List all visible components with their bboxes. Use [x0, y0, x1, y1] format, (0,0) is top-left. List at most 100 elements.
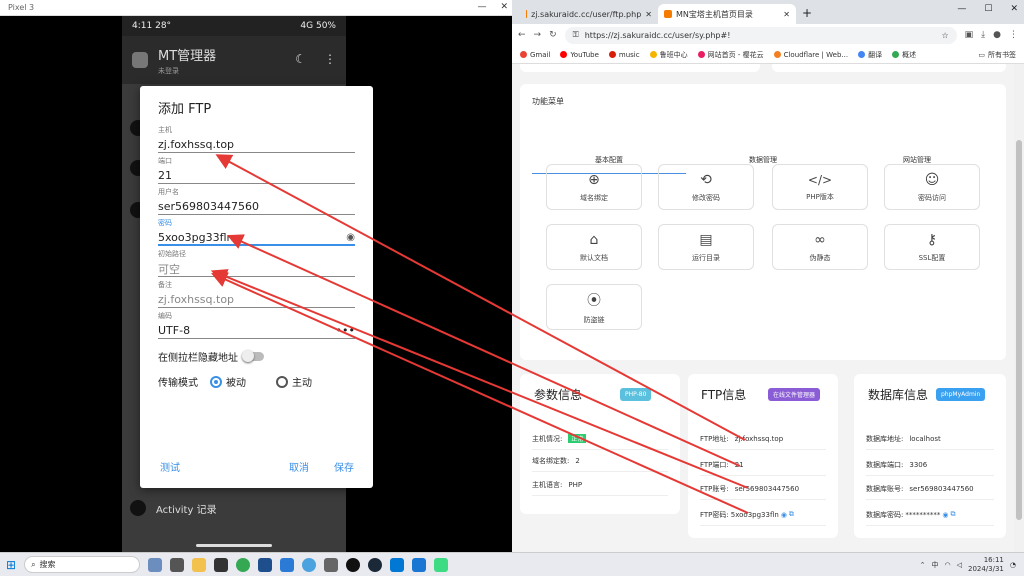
steam-icon[interactable] [368, 557, 383, 572]
close-icon[interactable]: ✕ [645, 10, 652, 19]
bookmark-luban[interactable]: 鲁班中心 [649, 50, 688, 60]
php-version-button[interactable]: </> PHP版本 [772, 164, 868, 210]
tab-ftp[interactable]: zj.sakuraidc.cc/user/ftp.php ✕ [520, 4, 658, 24]
app-icon[interactable] [324, 557, 339, 572]
field-label: 用户名 [158, 188, 179, 196]
more-horiz-icon[interactable]: ••• [336, 324, 355, 337]
host-field[interactable]: 主机 zj.foxhssq.top [158, 125, 355, 153]
change-password-button[interactable]: ⟲ 修改密码 [658, 164, 754, 210]
port-field[interactable]: 端口 21 [158, 156, 355, 184]
rewrite-button[interactable]: ∞ 伪静态 [772, 224, 868, 270]
back-icon[interactable]: ← [518, 30, 526, 40]
eye-off-icon[interactable]: ◉ [346, 232, 355, 243]
anti-leech-button[interactable]: ⦿ 防盗链 [546, 284, 642, 330]
download-icon[interactable]: ⤓ [981, 30, 985, 40]
app-icon[interactable] [412, 557, 427, 572]
all-bookmarks[interactable]: ▭ 所有书签 [978, 50, 1016, 60]
field-placeholder[interactable]: zj.foxhssq.top [158, 290, 355, 308]
field-value[interactable]: 21 [158, 166, 355, 184]
copy-icon[interactable]: ⧉ [789, 510, 794, 519]
profile-icon[interactable]: ● [993, 30, 1001, 40]
close-icon[interactable]: ✕ [1010, 4, 1018, 14]
phpmyadmin-badge[interactable]: phpMyAdmin [936, 388, 986, 401]
bg-item-activity[interactable]: Activity 记录 [122, 496, 346, 520]
start-icon[interactable]: ⊞ [6, 558, 16, 572]
passive-label[interactable]: 被动 [226, 374, 246, 389]
domain-bind-button[interactable]: ⊕ 域名绑定 [546, 164, 642, 210]
bookmark-youtube[interactable]: YouTube [560, 51, 599, 59]
extension-icon[interactable]: ▣ [965, 30, 974, 40]
field-value[interactable]: 5xoo3pg33fln [158, 231, 234, 244]
ssl-config-button[interactable]: ⚷ SSL配置 [884, 224, 980, 270]
app-icon[interactable] [258, 557, 273, 572]
moon-icon[interactable]: ☾ [295, 52, 306, 66]
tab-home[interactable]: MN宝塔主机首页目录 ✕ [658, 4, 796, 24]
notification-icon[interactable]: ◔ [1010, 561, 1016, 569]
password-field[interactable]: 密码 5xoo3pg33fln ◉ [158, 218, 355, 246]
url-text[interactable]: https://zj.sakuraidc.cc/user/sy.php#! [585, 31, 731, 40]
copy-icon[interactable]: ⧉ [950, 510, 955, 519]
field-value[interactable]: ser569803447560 [158, 197, 355, 215]
more-icon[interactable]: ⋮ [324, 52, 336, 66]
file-manager-badge[interactable]: 在线文件管理器 [768, 388, 821, 401]
username-field[interactable]: 用户名 ser569803447560 [158, 187, 355, 215]
app-icon[interactable] [302, 557, 317, 572]
close-icon[interactable]: ✕ [500, 2, 508, 12]
minimize-icon[interactable]: — [477, 2, 486, 12]
password-access-button[interactable]: ☺ 密码访问 [884, 164, 980, 210]
remark-field[interactable]: 备注 zj.foxhssq.top [158, 280, 355, 308]
address-bar[interactable]: ⚿ https://zj.sakuraidc.cc/user/sy.php#! ☆ [564, 26, 957, 44]
eye-icon[interactable]: ◉ [942, 511, 948, 519]
cancel-button[interactable]: 取消 [289, 459, 309, 474]
scrollbar-thumb[interactable] [1016, 140, 1022, 520]
translate-icon [858, 51, 866, 58]
default-doc-button[interactable]: ⌂ 默认文档 [546, 224, 642, 270]
wifi-icon[interactable]: ◠ [944, 561, 950, 569]
nav-handle[interactable] [196, 544, 272, 547]
clock[interactable]: 16:11 2024/3/31 [968, 556, 1004, 574]
folder-icon[interactable] [192, 557, 207, 572]
bookmark-translate[interactable]: 翻译 [858, 50, 882, 60]
encoding-field[interactable]: 编码 UTF-8 ••• [158, 311, 355, 339]
qq-icon[interactable] [346, 557, 361, 572]
passive-radio[interactable] [210, 375, 222, 388]
save-button[interactable]: 保存 [334, 459, 354, 474]
bookmark-music[interactable]: music [608, 51, 640, 59]
bookmark-overview[interactable]: 概述 [892, 50, 916, 60]
maximize-icon[interactable]: ☐ [984, 4, 992, 14]
scrollbar[interactable] [1014, 64, 1024, 552]
run-dir-button[interactable]: ▤ 运行目录 [658, 224, 754, 270]
eye-icon[interactable]: ◉ [781, 511, 787, 519]
bookmark-sakura[interactable]: 网站首页 - 樱花云 [697, 50, 764, 60]
close-icon[interactable]: ✕ [783, 10, 790, 19]
bookmark-label: Cloudflare | Web... [783, 50, 849, 59]
ime-indicator[interactable]: 中 [931, 560, 938, 570]
mail-icon[interactable] [390, 557, 405, 572]
bookmark-cloudflare[interactable]: Cloudflare | Web... [773, 50, 849, 59]
init-path-field[interactable]: 初始路径 可空 [158, 249, 355, 277]
new-tab-icon[interactable]: + [802, 6, 812, 20]
forward-icon[interactable]: → [534, 30, 542, 40]
button-label: PHP版本 [806, 192, 834, 201]
app-icon[interactable] [280, 557, 295, 572]
test-button[interactable]: 测试 [160, 459, 180, 474]
field-placeholder[interactable]: 可空 [158, 259, 355, 277]
bookmark-gmail[interactable]: Gmail [520, 51, 550, 59]
app-icon[interactable] [148, 557, 163, 572]
info-key: 主机情况: [532, 434, 563, 443]
app-icon[interactable] [214, 557, 229, 572]
field-value[interactable]: zj.foxhssq.top [158, 135, 355, 153]
app-icon[interactable] [170, 557, 185, 572]
volume-icon[interactable]: ◁ [957, 561, 962, 569]
chevron-up-icon[interactable]: ⌃ [920, 561, 926, 569]
taskbar-search[interactable]: ⌕ 搜索 [24, 556, 141, 573]
hide-sidebar-toggle[interactable] [242, 350, 264, 362]
chrome-icon[interactable] [236, 557, 251, 572]
minimize-icon[interactable]: — [957, 4, 966, 14]
android-icon[interactable] [434, 557, 449, 572]
menu-icon[interactable]: ⋮ [1009, 30, 1018, 40]
reload-icon[interactable]: ↻ [549, 30, 557, 40]
active-label[interactable]: 主动 [292, 374, 312, 389]
star-icon[interactable]: ☆ [941, 31, 948, 40]
active-radio[interactable] [276, 375, 288, 388]
